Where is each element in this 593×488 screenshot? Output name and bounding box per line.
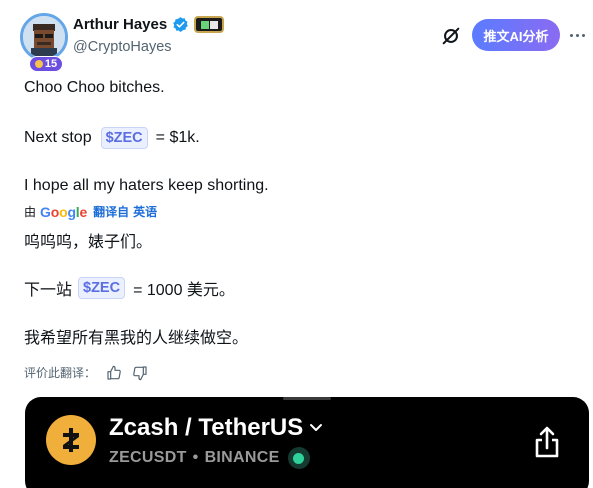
embedded-chart-card[interactable]: Zcash / TetherUS ZECUSDT • BINANCE [25, 397, 589, 488]
name-row: Arthur Hayes [73, 16, 225, 33]
chevron-down-icon[interactable] [309, 423, 323, 433]
translated-from-link[interactable]: 翻译自 [93, 203, 129, 220]
verified-badge-icon [173, 17, 188, 32]
subtitle-separator: • [192, 449, 199, 466]
translation-attribution: 由 Google 翻译自 英语 [24, 203, 157, 220]
trading-pair-name: Zcash / TetherUS [109, 414, 304, 441]
source-language-link[interactable]: 英语 [133, 203, 157, 220]
tweet-line-2-prefix: Next stop [24, 129, 92, 146]
rate-translation-label: 评价此翻译： [24, 366, 97, 380]
thumbs-up-icon[interactable] [106, 365, 122, 381]
grok-icon[interactable] [440, 25, 462, 47]
trading-pair-title[interactable]: Zcash / TetherUS [109, 414, 323, 442]
trophy-icon [34, 60, 43, 68]
ai-analysis-button[interactable]: 推文AI分析 [472, 19, 560, 51]
zcash-logo-icon [46, 415, 96, 465]
tweet-line-1: Choo Choo bitches. [24, 79, 165, 96]
cashtag-zec[interactable]: $ZEC [100, 127, 148, 149]
trading-symbol: ZECUSDT [109, 449, 187, 466]
affiliate-badge-icon[interactable] [194, 16, 225, 33]
user-handle[interactable]: @CryptoHayes [73, 39, 172, 55]
card-divider [283, 397, 331, 400]
translated-line-2: 下一站 $ZEC = 1000 美元。 [24, 276, 235, 300]
translation-by-label: 由 [24, 205, 37, 219]
avatar[interactable] [20, 13, 68, 61]
display-name[interactable]: Arthur Hayes [73, 16, 167, 33]
share-icon[interactable] [533, 425, 561, 459]
tweet-header: 15 Arthur Hayes @CryptoHayes 推文AI分析 [0, 0, 593, 72]
exchange-name: BINANCE [204, 449, 280, 466]
live-status-icon [287, 447, 310, 469]
rate-translation-row: 评价此翻译： [24, 364, 148, 381]
thumbs-down-icon[interactable] [132, 365, 148, 381]
tweet-line-2-suffix: = $1k. [155, 129, 200, 146]
level-badge: 15 [29, 56, 63, 72]
more-options-icon[interactable] [570, 28, 588, 42]
tweet-line-3: I hope all my haters keep shorting. [24, 177, 269, 194]
trading-pair-subtitle: ZECUSDT • BINANCE [109, 447, 310, 469]
level-number: 15 [44, 58, 58, 70]
translated-line-1: 呜呜呜，婊子们。 [24, 234, 153, 251]
translated-line-2-prefix: 下一站 [24, 282, 73, 299]
cashtag-zec-translated[interactable]: $ZEC [78, 277, 126, 299]
translated-line-3: 我希望所有黑我的人继续做空。 [24, 330, 249, 347]
tweet-line-2: Next stop $ZEC = $1k. [24, 127, 200, 149]
translated-line-2-suffix: = 1000 美元。 [133, 282, 235, 299]
google-logo: Google [40, 203, 88, 220]
